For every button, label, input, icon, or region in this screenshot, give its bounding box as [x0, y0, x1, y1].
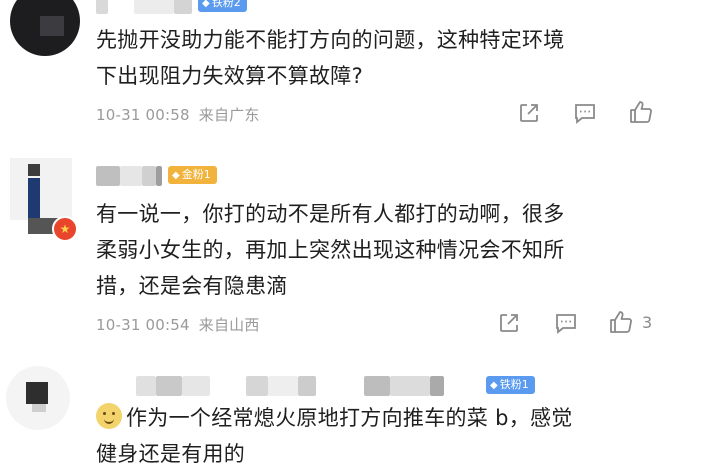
comment-header: ◆ 铁粉1 [136, 376, 696, 400]
share-button[interactable] [518, 102, 540, 124]
share-icon [520, 104, 538, 122]
username-blurred[interactable] [96, 166, 120, 186]
fan-badge: ◆ 铁粉1 [486, 376, 535, 394]
thumbs-up-icon [630, 101, 652, 123]
fan-badge: ◆ 金粉1 [168, 166, 217, 184]
comment-header: ◆ 金粉1 [96, 166, 496, 190]
comment-text: 有一说一，你打的动不是所有人都打的动啊，很多 柔弱小女生的，再加上突然出现这种情… [96, 202, 565, 298]
badge-diamond-icon: ◆ [202, 0, 210, 9]
comment-time: 10-31 00:54 [96, 316, 190, 334]
smiling-face-emoji-icon [96, 403, 122, 429]
comment-meta: 10-31 00:58 来自广东 [96, 104, 260, 125]
like-button[interactable]: 3 [608, 310, 652, 334]
share-icon [500, 314, 518, 332]
reply-button[interactable] [573, 102, 597, 124]
comment-location: 来自广东 [198, 106, 260, 124]
comment-meta: 10-31 00:54 来自山西 [96, 314, 260, 335]
avatar[interactable]: ★ [10, 158, 78, 242]
like-count: 3 [642, 312, 653, 332]
share-button[interactable] [498, 312, 520, 334]
badge-diamond-icon: ◆ [490, 380, 498, 391]
thumbs-up-icon [610, 311, 632, 333]
fan-badge: ◆ 铁粉2 [198, 0, 247, 12]
like-button[interactable] [628, 100, 662, 124]
avatar[interactable] [10, 0, 80, 56]
comment-time: 10-31 00:58 [96, 106, 190, 124]
comment-item: ★ ◆ 金粉1 有一说一，你打的动不是所有人都打的动啊，很多 柔弱小女生的，再加上… [0, 150, 702, 350]
comment-text: 先抛开没助力能不能打方向的问题，这种特定环境 下出现阻力失效算不算故障? [96, 28, 565, 88]
username-blurred[interactable] [96, 0, 108, 14]
comment-text: 作为一个经常熄火原地打方向推车的菜 b，感觉 健身还是有用的 [96, 400, 696, 472]
comment-header: ◆ 铁粉2 [96, 0, 496, 18]
comment-item: ◆ 铁粉1 作为一个经常熄火原地打方向推车的菜 b，感觉 健身还是有用的 [0, 362, 702, 466]
avatar[interactable] [6, 366, 70, 430]
reply-button[interactable] [554, 312, 578, 334]
verified-badge-icon: ★ [52, 216, 78, 242]
comment-item: ◆ 铁粉2 先抛开没助力能不能打方向的问题，这种特定环境 下出现阻力失效算不算故障… [0, 0, 702, 140]
username-blurred[interactable] [136, 376, 156, 396]
comment-icon [556, 314, 576, 334]
comment-location: 来自山西 [198, 316, 260, 334]
comment-icon [575, 104, 595, 124]
badge-crown-icon: ◆ [172, 170, 180, 181]
